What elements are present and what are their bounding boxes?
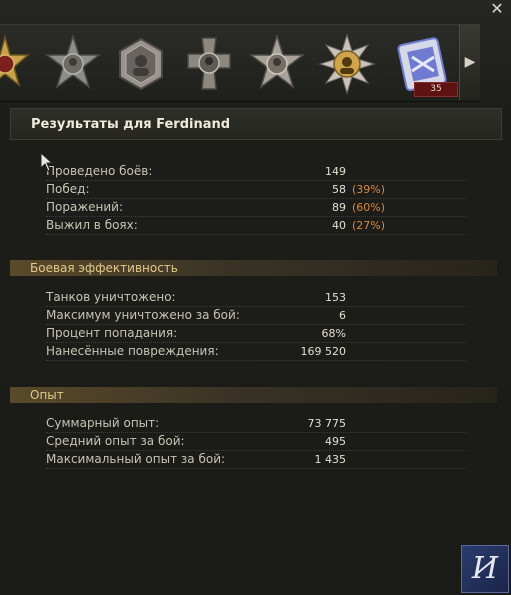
stat-value: 495 bbox=[325, 435, 346, 448]
stats-window: ✕ ▶ 35 Результаты для Ferdinand Проведен… bbox=[0, 0, 511, 595]
stat-label: Танков уничтожено: bbox=[46, 290, 176, 304]
stat-label: Максимальный опыт за бой: bbox=[46, 452, 226, 466]
stat-value: 6 bbox=[339, 309, 346, 322]
section-header-experience: Опыт bbox=[10, 387, 497, 403]
medal-strip-next-arrow-icon[interactable]: ▶ bbox=[459, 24, 480, 100]
stat-row-average-xp: Средний опыт за бой: 495 bbox=[46, 434, 466, 451]
stat-label: Нанесённые повреждения: bbox=[46, 344, 219, 358]
stat-value: 73 775 bbox=[307, 417, 347, 430]
stat-row-tanks-destroyed: Танков уничтожено: 153 bbox=[46, 290, 466, 307]
stat-row-hit-ratio: Процент попадания: 68% bbox=[46, 326, 466, 343]
stat-percent: (60%) bbox=[352, 201, 386, 214]
stat-value: 40 bbox=[332, 219, 346, 232]
medal-star-portrait-icon[interactable] bbox=[248, 33, 306, 95]
stat-label: Средний опыт за бой: bbox=[46, 434, 185, 448]
stat-label: Выжил в боях: bbox=[46, 218, 138, 232]
stat-label: Проведено боёв: bbox=[46, 164, 153, 178]
stat-value: 169 520 bbox=[300, 345, 347, 358]
stat-row-losses: Поражений: 89 (60%) bbox=[46, 200, 466, 217]
medal-gold-star-icon[interactable] bbox=[318, 33, 376, 95]
medal-silver-star-icon[interactable] bbox=[44, 33, 102, 95]
close-icon[interactable]: ✕ bbox=[489, 1, 505, 17]
mouse-cursor-icon bbox=[40, 152, 54, 172]
panel-title: Результаты для Ferdinand bbox=[10, 108, 502, 140]
stat-percent: (27%) bbox=[352, 219, 386, 232]
stat-label: Максимум уничтожено за бой: bbox=[46, 308, 240, 322]
stat-row-survived: Выжил в боях: 40 (27%) bbox=[46, 218, 466, 235]
stat-label: Поражений: bbox=[46, 200, 124, 214]
results-panel: Результаты для Ferdinand Проведено боёв:… bbox=[10, 104, 502, 538]
stat-value: 1 435 bbox=[314, 453, 347, 466]
stat-row-max-xp: Максимальный опыт за бой: 1 435 bbox=[46, 452, 466, 469]
stat-row-total-xp: Суммарный опыт: 73 775 bbox=[46, 416, 466, 433]
medal-star-cross-icon[interactable] bbox=[0, 33, 34, 95]
stat-value: 89 bbox=[332, 201, 346, 214]
stat-value: 153 bbox=[325, 291, 346, 304]
app-logo-icon[interactable]: И bbox=[461, 545, 509, 593]
stat-value: 68% bbox=[321, 327, 346, 340]
stat-label: Суммарный опыт: bbox=[46, 416, 160, 430]
stat-value: 58 bbox=[332, 183, 346, 196]
medal-cross-portrait-icon[interactable] bbox=[180, 33, 238, 95]
stat-row-damage: Нанесённые повреждения: 169 520 bbox=[46, 344, 466, 361]
medal-strip bbox=[0, 24, 480, 102]
stat-row-battles: Проведено боёв: 149 bbox=[46, 164, 466, 181]
medal-hexagon-portrait-icon[interactable] bbox=[112, 33, 170, 95]
medal-count-badge: 35 bbox=[414, 82, 458, 97]
stat-label: Побед: bbox=[46, 182, 90, 196]
stat-percent: (39%) bbox=[352, 183, 386, 196]
section-header-efficiency: Боевая эффективность bbox=[10, 260, 497, 276]
stat-value: 149 bbox=[325, 165, 346, 178]
stat-label: Процент попадания: bbox=[46, 326, 178, 340]
stat-row-max-destroyed: Максимум уничтожено за бой: 6 bbox=[46, 308, 466, 325]
stat-row-wins: Побед: 58 (39%) bbox=[46, 182, 466, 199]
